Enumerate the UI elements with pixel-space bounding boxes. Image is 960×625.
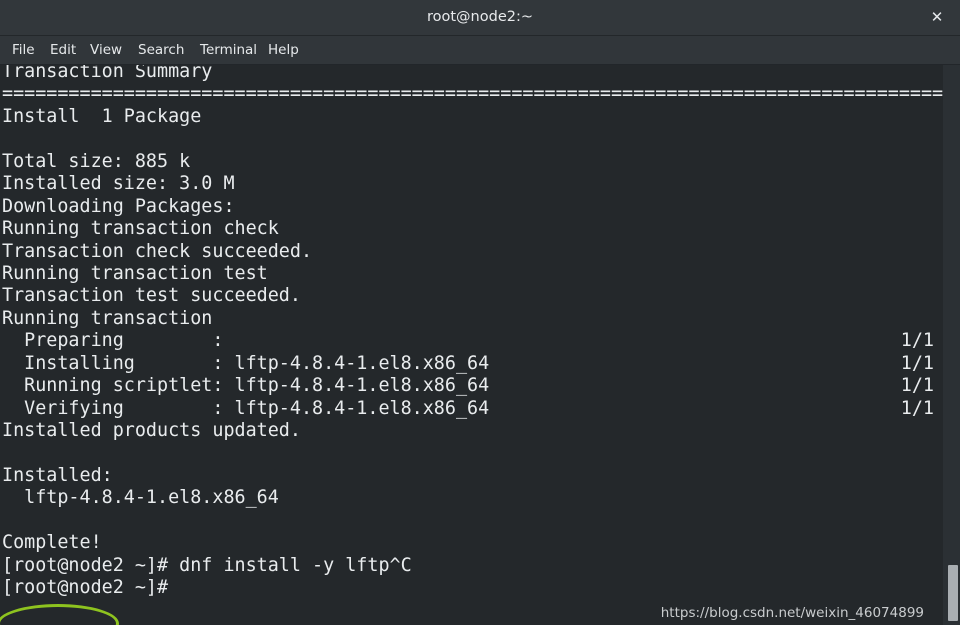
terminal-line: Install 1 Package (2, 105, 202, 127)
terminal-text: Transaction Summary =====================… (2, 65, 944, 600)
watermark-url: https://blog.csdn.net/weixin_46074899 (660, 605, 924, 621)
terminal-line: Downloading Packages: (2, 195, 235, 217)
annotation-ellipse-complete (0, 604, 119, 625)
menu-item-view[interactable]: View (90, 36, 122, 64)
terminal-line-progress: 1/1 (900, 375, 934, 397)
terminal-line: [root@node2 ~]# dnf install -y lftp^C (2, 554, 412, 576)
terminal-line: Total size: 885 k (2, 150, 191, 172)
terminal-line-progress: 1/1 (900, 352, 934, 374)
menu-item-search[interactable]: Search (138, 36, 184, 64)
terminal-line: [root@node2 ~]# (2, 577, 169, 599)
close-icon[interactable]: ✕ (922, 0, 952, 35)
scrollbar-thumb[interactable] (948, 565, 958, 621)
terminal-line: Complete! (2, 532, 102, 554)
terminal-line: Running transaction check (2, 218, 279, 240)
terminal-line: Transaction Summary (2, 65, 213, 82)
terminal-line: Verifying : lftp-4.8.4-1.el8.x86_64 1/1 (2, 397, 934, 419)
window-titlebar: root@node2:~ ✕ (0, 0, 960, 36)
vertical-scrollbar[interactable] (943, 65, 960, 625)
terminal-window: root@node2:~ ✕ File Edit View Search Ter… (0, 0, 960, 625)
terminal-line: Running transaction test (2, 262, 268, 284)
terminal-line: Installing : lftp-4.8.4-1.el8.x86_64 1/1 (2, 352, 934, 374)
terminal-output-area[interactable]: Transaction Summary =====================… (0, 65, 944, 625)
terminal-line: Installed size: 3.0 M (2, 173, 235, 195)
terminal-line: lftp-4.8.4-1.el8.x86_64 (2, 487, 279, 509)
terminal-line: ========================================… (2, 83, 944, 105)
window-title: root@node2:~ (426, 9, 534, 25)
terminal-line-progress: 1/1 (900, 330, 934, 352)
terminal-line: Running transaction (2, 307, 213, 329)
menu-item-file[interactable]: File (12, 36, 35, 64)
terminal-line: Transaction test succeeded. (2, 285, 301, 307)
terminal-line: Transaction check succeeded. (2, 240, 313, 262)
menu-bar: File Edit View Search Terminal Help (0, 36, 960, 65)
terminal-line: Installed: (2, 464, 113, 486)
terminal-line: Preparing :1/1 (2, 330, 934, 352)
menu-item-help[interactable]: Help (268, 36, 299, 64)
menu-item-terminal[interactable]: Terminal (200, 36, 257, 64)
menu-item-edit[interactable]: Edit (50, 36, 76, 64)
terminal-line: Running scriptlet: lftp-4.8.4-1.el8.x86_… (2, 375, 934, 397)
terminal-line: Installed products updated. (2, 420, 301, 441)
terminal-line-progress: 1/1 (900, 397, 934, 419)
